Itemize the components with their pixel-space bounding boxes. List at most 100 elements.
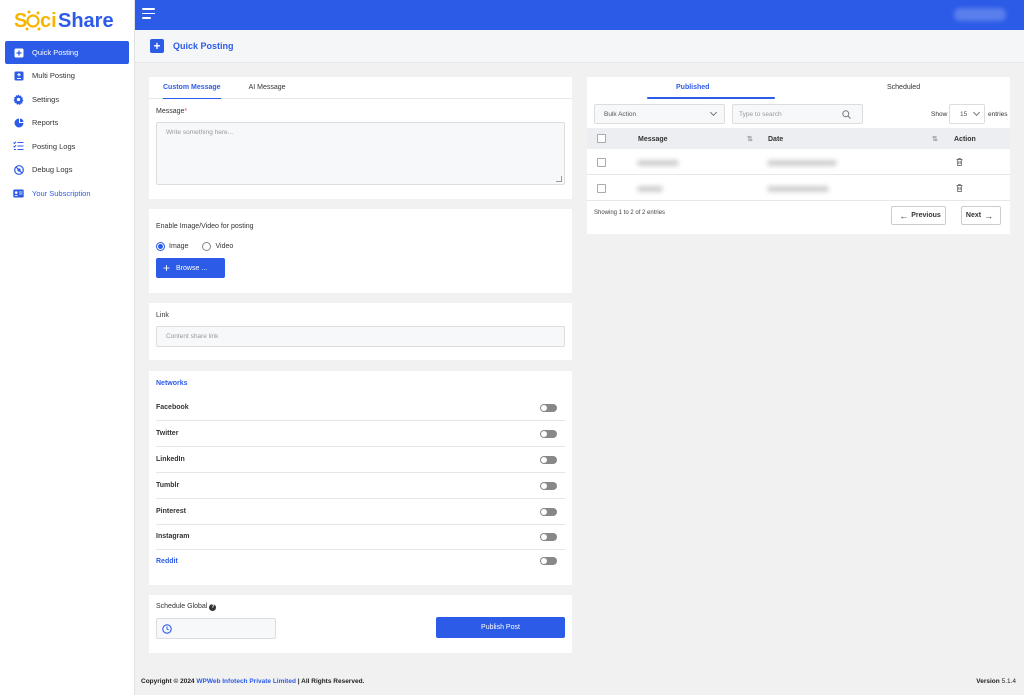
network-row-reddit: Reddit <box>156 548 565 574</box>
column-header-message[interactable]: Message <box>638 136 668 143</box>
sidebar-item-debug-logs[interactable]: Debug Logs <box>5 158 129 182</box>
plus-icon: + <box>163 261 171 275</box>
twitter-toggle[interactable] <box>540 429 557 438</box>
network-name: Instagram <box>156 533 190 540</box>
table-info: Showing 1 to 2 of 2 entries <box>594 210 666 216</box>
user-menu[interactable] <box>954 8 1006 21</box>
app-logo[interactable]: S ci Share <box>0 0 134 40</box>
media-type-radio-group: Image Video <box>156 242 233 251</box>
message-label: Message* <box>156 108 187 115</box>
sort-icon[interactable]: ⇅ <box>932 135 938 143</box>
delete-icon[interactable] <box>956 158 963 166</box>
sidebar-nav: Quick Posting Multi Posting Settings Rep… <box>0 41 134 205</box>
entries-per-page-select[interactable]: 15 <box>949 104 985 124</box>
tab-scheduled[interactable]: Scheduled <box>887 84 920 91</box>
version-value: 5.1.4 <box>1001 678 1016 685</box>
radio-video[interactable] <box>202 242 212 251</box>
sidebar-item-label: Posting Logs <box>32 141 76 151</box>
schedule-label-text: Schedule Global <box>156 603 208 610</box>
sidebar-item-label: Your Subscription <box>32 188 91 198</box>
network-name: Facebook <box>156 404 189 411</box>
networks-title: Networks <box>156 380 188 387</box>
column-header-action: Action <box>954 136 976 143</box>
sidebar-item-label: Settings <box>32 94 60 104</box>
sidebar-item-quick-posting[interactable]: Quick Posting <box>5 41 129 64</box>
help-icon[interactable]: ? <box>209 603 217 611</box>
previous-label: Previous <box>911 212 941 219</box>
network-name: Reddit <box>156 557 178 565</box>
table-row <box>587 150 1010 175</box>
message-cell <box>637 160 679 166</box>
message-label-text: Message <box>156 108 185 115</box>
resize-handle-icon[interactable] <box>556 176 562 182</box>
id-card-icon <box>13 188 24 199</box>
search-placeholder: Type to search <box>739 110 782 118</box>
pinterest-toggle[interactable] <box>540 507 557 516</box>
sidebar-item-posting-logs[interactable]: Posting Logs <box>5 135 129 159</box>
message-cell <box>637 186 663 192</box>
arrow-left-icon: ← <box>899 210 909 221</box>
search-input[interactable]: Type to search <box>732 104 863 124</box>
select-all-checkbox[interactable] <box>597 134 606 143</box>
copyright-prefix: Copyright © 2024 <box>141 678 195 685</box>
row-checkbox[interactable] <box>597 158 606 167</box>
version-label: Version <box>976 678 1000 685</box>
reddit-toggle[interactable] <box>540 557 557 565</box>
link-card: Link Content share link <box>149 303 572 360</box>
browse-button[interactable]: + Browse ... <box>156 258 225 278</box>
network-name: LinkedIn <box>156 456 185 463</box>
network-row-instagram: Instagram <box>156 524 565 550</box>
posts-card: Published Scheduled Bulk Action Type to … <box>587 77 1010 234</box>
radio-image-label: Image <box>169 243 189 250</box>
date-cell <box>767 186 829 192</box>
message-textarea[interactable]: Write something here... <box>156 122 565 185</box>
delete-icon[interactable] <box>956 184 963 192</box>
previous-button[interactable]: ← Previous <box>891 206 946 225</box>
network-name: Pinterest <box>156 508 186 515</box>
network-row-linkedin: LinkedIn <box>156 447 565 473</box>
show-label: Show <box>931 111 948 118</box>
sidebar-item-label: Multi Posting <box>32 71 75 81</box>
networks-card: Networks Facebook Twitter LinkedIn Tumbl… <box>149 371 572 585</box>
instagram-toggle[interactable] <box>540 532 557 541</box>
radio-image[interactable] <box>156 242 165 251</box>
plus-square-icon: + <box>150 39 164 53</box>
tab-ai-message[interactable]: AI Message <box>249 77 286 98</box>
schedule-datetime-input[interactable] <box>156 618 276 639</box>
publish-post-button[interactable]: Publish Post <box>436 617 565 638</box>
browse-label: Browse ... <box>176 264 208 272</box>
sort-icon[interactable]: ⇅ <box>747 135 753 143</box>
copyright-rights: | All Rights Reserved. <box>297 678 365 685</box>
link-input[interactable]: Content share link <box>156 326 565 347</box>
required-mark: * <box>184 108 188 115</box>
network-name: Twitter <box>156 430 179 437</box>
linkedin-toggle[interactable] <box>540 455 557 464</box>
row-checkbox[interactable] <box>597 184 606 193</box>
menu-toggle-icon[interactable] <box>142 8 155 20</box>
sidebar-item-your-subscription[interactable]: Your Subscription <box>5 182 129 206</box>
bulk-action-select[interactable]: Bulk Action <box>594 104 725 124</box>
company-link[interactable]: WPWeb Infotech Private Limited <box>196 678 296 685</box>
column-header-date[interactable]: Date <box>768 136 783 143</box>
footer-version: Version 5.1.4 <box>976 678 1016 685</box>
compose-tabs: Custom Message AI Message <box>149 77 572 99</box>
active-tab-indicator <box>647 97 775 99</box>
plus-square-icon <box>13 47 24 58</box>
tab-published[interactable]: Published <box>676 84 709 91</box>
sidebar: S ci Share Quick Posting Multi Posting S… <box>0 0 135 695</box>
link-label: Link <box>156 312 169 319</box>
network-name: Tumblr <box>156 482 180 489</box>
next-button[interactable]: Next → <box>961 206 1001 225</box>
search-icon <box>842 110 851 119</box>
sidebar-item-settings[interactable]: Settings <box>5 88 129 112</box>
network-row-facebook: Facebook <box>156 395 565 421</box>
table-header: Message ⇅ Date ⇅ Action <box>587 128 1010 149</box>
network-row-pinterest: Pinterest <box>156 499 565 525</box>
tumblr-toggle[interactable] <box>540 481 557 490</box>
page-header: + Quick Posting <box>135 30 1024 63</box>
tab-custom-message[interactable]: Custom Message <box>163 77 221 99</box>
sidebar-item-reports[interactable]: Reports <box>5 111 129 135</box>
facebook-toggle[interactable] <box>540 403 557 412</box>
bulk-action-value: Bulk Action <box>604 110 637 118</box>
sidebar-item-multi-posting[interactable]: Multi Posting <box>5 64 129 88</box>
